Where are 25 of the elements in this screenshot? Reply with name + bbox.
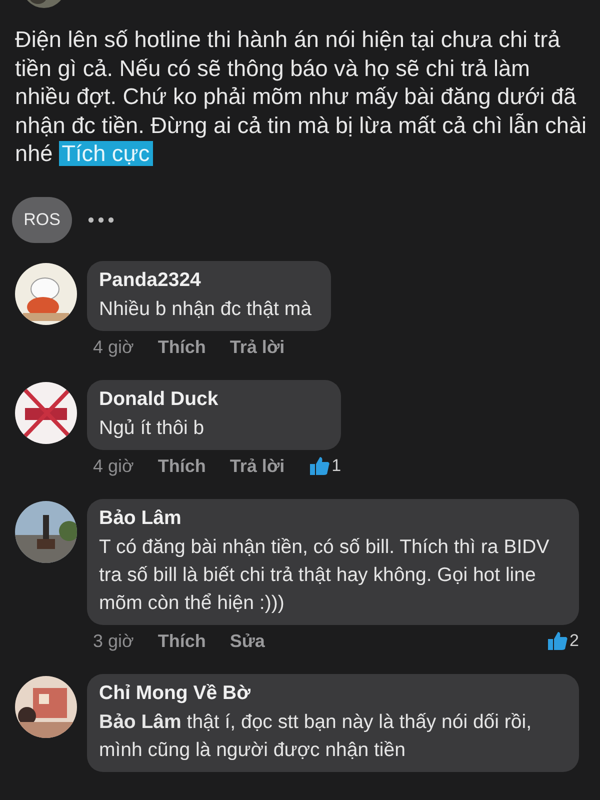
commenter-name[interactable]: Chỉ Mong Về Bờ: [99, 680, 559, 706]
sentiment-tag: Tích cực: [58, 141, 153, 166]
comment-time: 3 giờ: [93, 630, 134, 652]
like-count: 1: [332, 456, 342, 476]
comment-time: 4 giờ: [93, 336, 134, 358]
comment-action[interactable]: Thích: [158, 456, 206, 476]
commenter-name[interactable]: Bảo Lâm: [99, 504, 559, 530]
comment-time: 4 giờ: [93, 456, 134, 476]
commenter-name[interactable]: Donald Duck: [99, 386, 322, 412]
comment-action[interactable]: Thích: [158, 630, 206, 652]
comment-action[interactable]: Sửa: [230, 630, 265, 652]
comment-action[interactable]: Trả lời: [230, 336, 285, 358]
thumbs-up-icon: [546, 631, 569, 651]
comment-action[interactable]: Thích: [158, 336, 206, 358]
comment-text: Nhiều b nhận đc thật mà: [99, 296, 312, 322]
comment-text: T có đăng bài nhận tiền, có số bill. Thích thì ra BIDV tra số bill là biết chi trả thật hay không. Gọi hot line mõm còn thể hiện :))): [99, 534, 550, 616]
reactor-chip[interactable]: ROS: [12, 196, 72, 242]
like-count: 2: [570, 631, 579, 651]
more-icon[interactable]: [88, 216, 114, 222]
comment-action[interactable]: Trả lời: [230, 456, 285, 476]
comment-text: Ngủ ít thôi b: [99, 416, 206, 440]
commenter-name[interactable]: Panda2324: [99, 266, 312, 292]
thumbs-up-icon: [308, 456, 331, 476]
comment-text: Bảo Lâm thật í, đọc stt bạn này là thấy nói dối rồi, mình cũng là người được nhận tiền: [99, 710, 532, 762]
post-text: Điện lên số hotline thi hành án nói hiện tại chưa chi trả tiền gì cả. Nếu có sẽ thông báo và họ sẽ chi trả làm nhiều đợt. Chứ ko phải mõm như mấy bài đăng dưới đã nhận đc tiền. Đừng ai cả tin mà bị lừa mất cả chì lẫn chài nhé Tích cực: [15, 26, 588, 168]
